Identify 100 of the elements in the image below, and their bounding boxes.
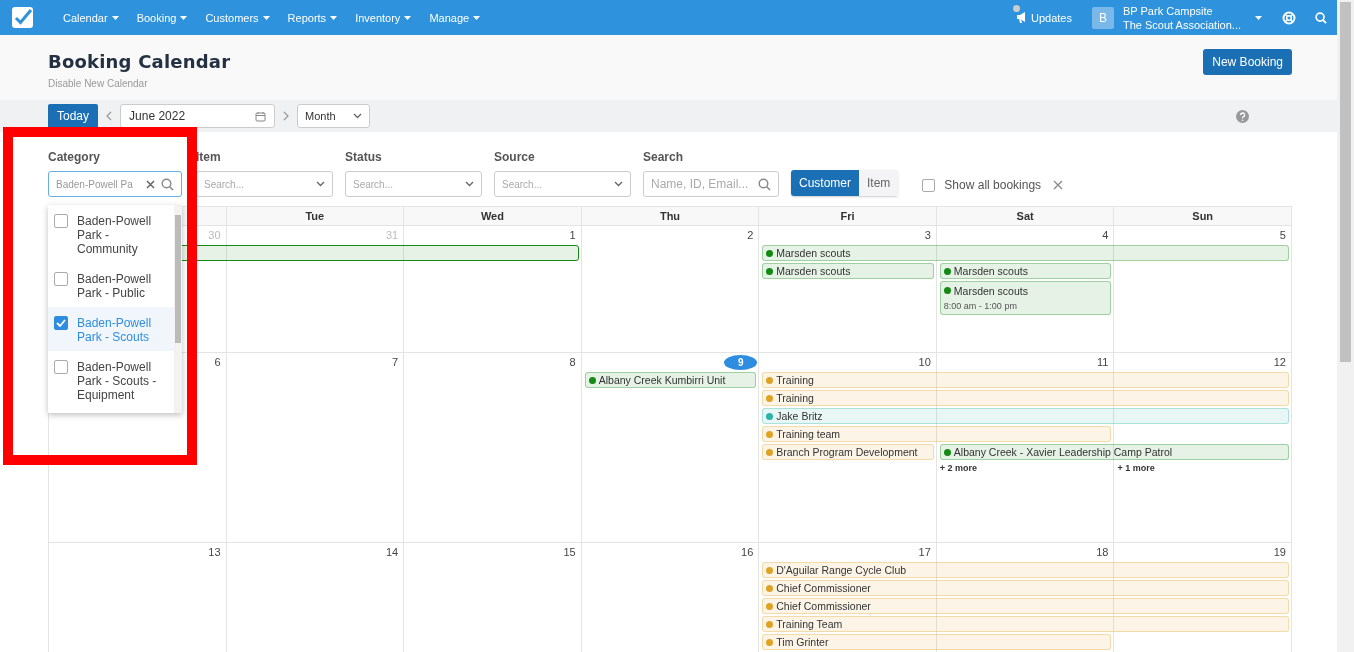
filter-label: Search bbox=[643, 150, 685, 164]
weekday-header: Thu bbox=[581, 207, 760, 225]
chevron-down-icon bbox=[614, 181, 623, 187]
more-link[interactable]: + 1 more bbox=[1114, 461, 1158, 475]
event-bar[interactable]: Albany Creek - Xavier Leadership Camp Patrol bbox=[939, 444, 1289, 460]
caret-icon bbox=[111, 15, 119, 20]
filter-input[interactable]: Search... bbox=[502, 178, 608, 190]
weekday-header: Fri bbox=[759, 207, 937, 225]
calendar-icon bbox=[255, 110, 267, 122]
filter-label: Item bbox=[196, 150, 222, 164]
event-bar[interactable]: Albany Creek Kumbirri Unit bbox=[584, 372, 757, 388]
option-label[interactable]: Baden-Powell Park - Community bbox=[77, 214, 169, 256]
weekday-header: Tue bbox=[226, 207, 405, 225]
day-number[interactable]: 3 bbox=[924, 228, 931, 242]
category-option[interactable]: Baden-Powell Park - Community bbox=[48, 205, 174, 263]
show-all-label[interactable]: Show all bookings bbox=[944, 178, 1042, 192]
check-icon bbox=[56, 319, 66, 327]
event-bar[interactable]: Training team bbox=[762, 426, 1112, 442]
clear-icon[interactable] bbox=[146, 179, 155, 189]
show-all-checkbox[interactable] bbox=[922, 178, 936, 192]
day-number[interactable]: 18 bbox=[1096, 545, 1109, 559]
new-booking-button[interactable]: New Booking bbox=[1203, 49, 1292, 75]
search-field[interactable]: Name, ID, Email... bbox=[643, 171, 779, 197]
today-button[interactable]: Today bbox=[48, 104, 99, 128]
search-icon[interactable] bbox=[1315, 11, 1327, 24]
filter-select[interactable]: Search... bbox=[196, 171, 333, 197]
more-link[interactable]: + 2 more bbox=[936, 461, 981, 475]
option-label[interactable]: Baden-Powell Park - Public bbox=[77, 272, 169, 300]
chevron-down-icon bbox=[316, 181, 325, 187]
date-field[interactable]: June 2022 bbox=[120, 104, 276, 128]
mode-toggle-button[interactable]: Customer bbox=[791, 170, 859, 196]
day-number[interactable]: 2 bbox=[747, 228, 754, 242]
filter-input[interactable]: Search... bbox=[353, 178, 459, 190]
weekday-header: Sat bbox=[936, 207, 1115, 225]
event-bar[interactable]: Marsden scouts bbox=[762, 263, 934, 279]
option-checkbox[interactable] bbox=[54, 214, 68, 228]
event-bar[interactable]: Branch Program Development bbox=[762, 444, 934, 460]
weekday-header: Sun bbox=[1114, 207, 1292, 225]
keyword-input[interactable]: Name, ID, Email... bbox=[651, 177, 752, 191]
event-bar[interactable]: Training bbox=[762, 390, 1289, 406]
event-time: 8:00 am - 1:00 pm bbox=[943, 301, 1018, 312]
day-number[interactable]: 13 bbox=[208, 545, 221, 559]
mode-toggle-button[interactable]: Item bbox=[859, 170, 899, 196]
day-number[interactable]: 5 bbox=[1279, 228, 1286, 242]
filter-input[interactable]: Search... bbox=[204, 178, 310, 190]
event-bar[interactable]: Marsden scouts bbox=[762, 245, 1289, 261]
weekday-header: Wed bbox=[404, 207, 582, 225]
chevron-down-icon bbox=[465, 181, 474, 187]
event-bar[interactable]: Training Team bbox=[762, 616, 1289, 632]
search-icon bbox=[758, 177, 771, 191]
caret-icon bbox=[330, 15, 338, 20]
day-number[interactable]: 4 bbox=[1102, 228, 1109, 242]
day-number[interactable]: 15 bbox=[563, 545, 576, 559]
help-icon[interactable] bbox=[1282, 10, 1296, 25]
option-checkbox[interactable] bbox=[54, 316, 68, 330]
category-option[interactable]: Baden-Powell Park - Scouts - Equipment bbox=[48, 351, 174, 409]
day-number[interactable]: 16 bbox=[741, 545, 754, 559]
view-select[interactable]: Month bbox=[297, 104, 371, 128]
day-number[interactable]: 19 bbox=[1273, 545, 1286, 559]
scrollbar[interactable] bbox=[1337, 0, 1354, 652]
category-option[interactable]: Baden-Powell Park - Public bbox=[48, 263, 174, 307]
search-icon bbox=[161, 177, 174, 191]
day-number[interactable]: 8 bbox=[569, 355, 576, 369]
day-number[interactable]: 10 bbox=[918, 355, 931, 369]
event-bar[interactable]: Chief Commissioner bbox=[762, 598, 1289, 614]
today-day-number[interactable]: 9 bbox=[724, 355, 758, 370]
filter-label: Category bbox=[48, 150, 101, 164]
caret-icon bbox=[404, 15, 412, 20]
close-icon[interactable] bbox=[1053, 180, 1064, 190]
caret-icon bbox=[262, 15, 270, 20]
option-checkbox[interactable] bbox=[54, 360, 68, 374]
caret-icon[interactable] bbox=[1255, 15, 1262, 20]
chevron-down-icon bbox=[353, 113, 363, 119]
day-number[interactable]: 11 bbox=[1097, 355, 1109, 369]
event-bar[interactable]: Training bbox=[762, 372, 1289, 388]
day-number[interactable]: 1 bbox=[569, 228, 576, 242]
caret-icon bbox=[473, 15, 481, 20]
page-title: Booking Calendar bbox=[48, 51, 231, 72]
event-bar[interactable]: Marsden scouts bbox=[939, 263, 1112, 279]
filter-label: Status bbox=[345, 150, 383, 164]
filter-select[interactable]: Search... bbox=[494, 171, 631, 197]
day-number[interactable]: 14 bbox=[385, 545, 399, 559]
option-label[interactable]: Baden-Powell Park - Scouts - Equipment bbox=[77, 360, 169, 402]
event-bar[interactable]: Tim Grinter bbox=[762, 634, 1112, 650]
filter-label: Source bbox=[494, 150, 536, 164]
caret-icon bbox=[180, 15, 188, 20]
help-icon[interactable] bbox=[1236, 109, 1249, 123]
event-bar[interactable]: Chief Commissioner bbox=[762, 580, 1289, 596]
event-bar[interactable]: D'Aguilar Range Cycle Club bbox=[762, 562, 1289, 578]
day-number[interactable]: 7 bbox=[392, 355, 399, 369]
option-checkbox[interactable] bbox=[54, 272, 68, 286]
megaphone-icon bbox=[1016, 12, 1028, 23]
logo-icon[interactable] bbox=[11, 6, 34, 29]
event-bar[interactable]: Marsden scouts 8:00 am - 1:00 pm bbox=[939, 281, 1112, 315]
filter-select[interactable]: Search... bbox=[345, 171, 482, 197]
day-number[interactable]: 17 bbox=[918, 545, 931, 559]
day-number[interactable]: 12 bbox=[1273, 355, 1286, 369]
day-number[interactable]: 6 bbox=[214, 355, 221, 369]
notification-dot bbox=[1013, 4, 1020, 12]
event-bar[interactable]: Jake Britz bbox=[762, 408, 1289, 424]
